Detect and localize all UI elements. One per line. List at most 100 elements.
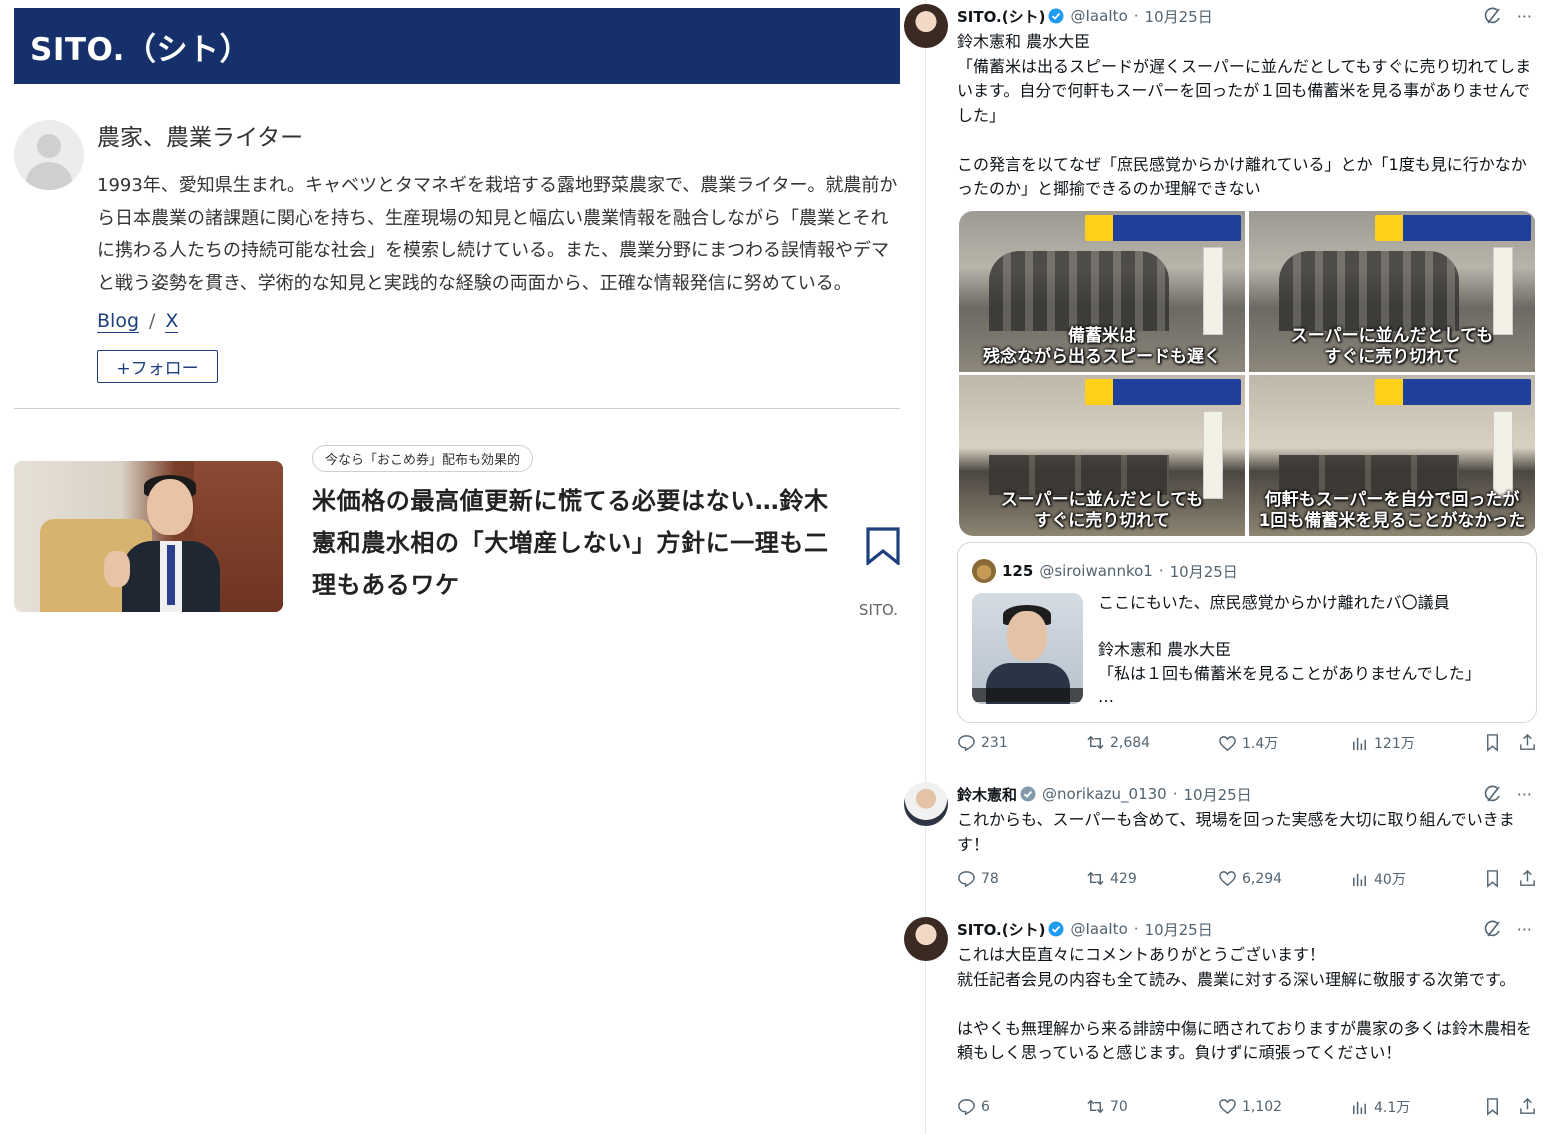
share-icon[interactable] [1518,869,1537,888]
tweet-date[interactable]: 10月25日 [1145,919,1213,940]
bookmark-icon[interactable] [1483,733,1502,752]
tweet-thread: SITO.(シト) @IaaIto · 10月25日 ··· 鈴木憲和 農水大臣… [902,0,1552,1134]
bookmark-icon[interactable] [1483,869,1502,888]
tweet-actions: 231 2,684 1.4万 121万 [957,733,1542,755]
more-icon[interactable]: ··· [1517,920,1532,939]
tweet-menu: ··· [1483,6,1532,26]
article-thumbnail[interactable] [14,461,283,612]
link-separator: / [149,310,156,332]
bookmark-icon[interactable] [1483,1097,1502,1116]
author-links: Blog / X [97,310,900,333]
author-header: SITO.（シト） [14,8,900,84]
verified-icon [1020,786,1036,802]
grok-icon[interactable] [1483,919,1503,939]
author-name-title: SITO.（シト） [30,31,251,68]
avatar[interactable] [972,559,996,583]
tweet-menu: ··· [1483,919,1532,939]
views-count: 4.1万 [1374,1100,1411,1116]
author-bio: 1993年、愛知県生まれ。キャベツとタマネギを栽培する露地野菜農家で、農業ライタ… [97,175,898,294]
views-button[interactable]: 121万 [1350,733,1415,753]
dot-separator: · [1133,7,1139,25]
tweet-handle[interactable]: @IaaIto [1070,920,1127,938]
quoted-tweet[interactable]: 125 @siroiwannko1 · 10月25日 ここにもいた、庶民感覚から… [957,542,1537,723]
reply-count: 6 [981,1098,990,1115]
like-count: 1.4万 [1242,736,1279,752]
quote-date[interactable]: 10月25日 [1170,561,1238,582]
grok-icon[interactable] [1483,6,1503,26]
media-caption: 備蓄米は 残念ながら出るスピードも遅く [983,326,1221,367]
views-button[interactable]: 4.1万 [1350,1097,1410,1117]
views-button[interactable]: 40万 [1350,869,1406,889]
repost-count: 2,684 [1110,734,1151,751]
blog-link[interactable]: Blog [97,310,139,333]
quote-author-name[interactable]: 125 [1002,562,1033,580]
dot-separator: · [1133,920,1139,938]
views-icon [1353,873,1366,886]
repost-button[interactable]: 429 [1086,869,1137,888]
views-icon [1353,737,1366,750]
reply-button[interactable]: 231 [957,733,1008,752]
media-image[interactable]: スーパーに並んだとしても すぐに売り切れて [959,375,1245,536]
like-button[interactable]: 6,294 [1218,869,1282,888]
tweet-author-name[interactable]: SITO.(シト) [957,919,1045,940]
media-caption: 何軒もスーパーを自分で回ったが 1回も備蓄米を見ることがなかった [1258,490,1526,531]
tweet-handle[interactable]: @IaaIto [1070,7,1127,25]
tweet-text: これからも、スーパーも含めて、現場を回った実感を大切に取り組んでいきます！ [957,810,1515,854]
divider [14,408,900,409]
repost-button[interactable]: 2,684 [1086,733,1150,752]
tweet-date[interactable]: 10月25日 [1183,784,1251,805]
tweet-menu: ··· [1483,784,1532,804]
dot-separator: · [1158,562,1164,580]
follow-button[interactable]: +フォロー [97,350,218,383]
tweet-author-name[interactable]: SITO.(シト) [957,6,1045,27]
like-icon [1219,735,1236,751]
dot-separator: · [1172,785,1178,803]
bookmark-icon[interactable] [865,527,901,565]
author-page: SITO.（シト） 農家、農業ライター 1993年、愛知県生まれ。キャベツとタマ… [14,8,900,621]
tweet-media-grid[interactable]: 備蓄米は 残念ながら出るスピードも遅く スーパーに並んだとしても すぐに売り切れ… [959,211,1536,536]
like-button[interactable]: 1.4万 [1218,733,1278,753]
article-author: SITO. [858,601,898,619]
views-count: 121万 [1374,736,1415,752]
avatar[interactable] [904,4,948,48]
author-profile: 農家、農業ライター 1993年、愛知県生まれ。キャベツとタマネギを栽培する露地野… [14,118,900,383]
share-icon[interactable] [1518,733,1537,752]
quote-header: 125 @siroiwannko1 · 10月25日 [972,559,1238,583]
like-count: 1,102 [1242,1098,1283,1115]
like-button[interactable]: 1,102 [1218,1097,1282,1116]
article-card[interactable]: 今なら「おこめ券」配布も効果的 米価格の最高値更新に慌てる必要はない…鈴木憲和農… [14,445,901,621]
tweet-actions: 6 70 1,102 4.1万 [957,1097,1542,1119]
tweet-text: これは大臣直々にコメントありがとうございます！ 就任記者会見の内容も全て読み、農… [957,945,1533,1062]
tweet-actions: 78 429 6,294 40万 [957,869,1542,891]
tweet-date[interactable]: 10月25日 [1145,6,1213,27]
avatar[interactable] [904,782,948,826]
like-icon [1219,871,1236,887]
more-icon[interactable]: ··· [1517,7,1532,26]
quote-media[interactable] [972,593,1083,704]
reply-icon [958,1099,975,1116]
tweet-text: 鈴木憲和 農水大臣 「備蓄米は出るスピードが遅くスーパーに並んだとしてもすぐに売… [957,32,1532,198]
repost-icon [1087,1099,1104,1114]
quote-handle[interactable]: @siroiwannko1 [1039,562,1153,580]
share-icon[interactable] [1518,1097,1537,1116]
avatar[interactable] [904,917,948,961]
repost-button[interactable]: 70 [1086,1097,1128,1116]
media-image[interactable]: 備蓄米は 残念ながら出るスピードも遅く [959,211,1245,372]
reply-button[interactable]: 6 [957,1097,990,1116]
like-icon [1219,1099,1236,1115]
media-image[interactable]: スーパーに並んだとしても すぐに売り切れて [1249,211,1535,372]
tweet-header: SITO.(シト) @IaaIto · 10月25日 [957,4,1213,28]
verified-icon [1048,921,1064,937]
media-image[interactable]: 何軒もスーパーを自分で回ったが 1回も備蓄米を見ることがなかった [1249,375,1535,536]
tweet-author-name[interactable]: 鈴木憲和 [957,784,1017,805]
reply-icon [958,871,975,888]
grok-icon[interactable] [1483,784,1503,804]
reply-count: 78 [981,870,999,887]
x-link[interactable]: X [165,310,179,333]
repost-icon [1087,735,1104,750]
article-title[interactable]: 米価格の最高値更新に慌てる必要はない…鈴木憲和農水相の「大増産しない」方針に一理… [312,480,852,606]
tweet-handle[interactable]: @norikazu_0130 [1042,785,1167,803]
tweet-header: 鈴木憲和 @norikazu_0130 · 10月25日 [957,782,1252,806]
more-icon[interactable]: ··· [1517,785,1532,804]
reply-button[interactable]: 78 [957,869,999,888]
